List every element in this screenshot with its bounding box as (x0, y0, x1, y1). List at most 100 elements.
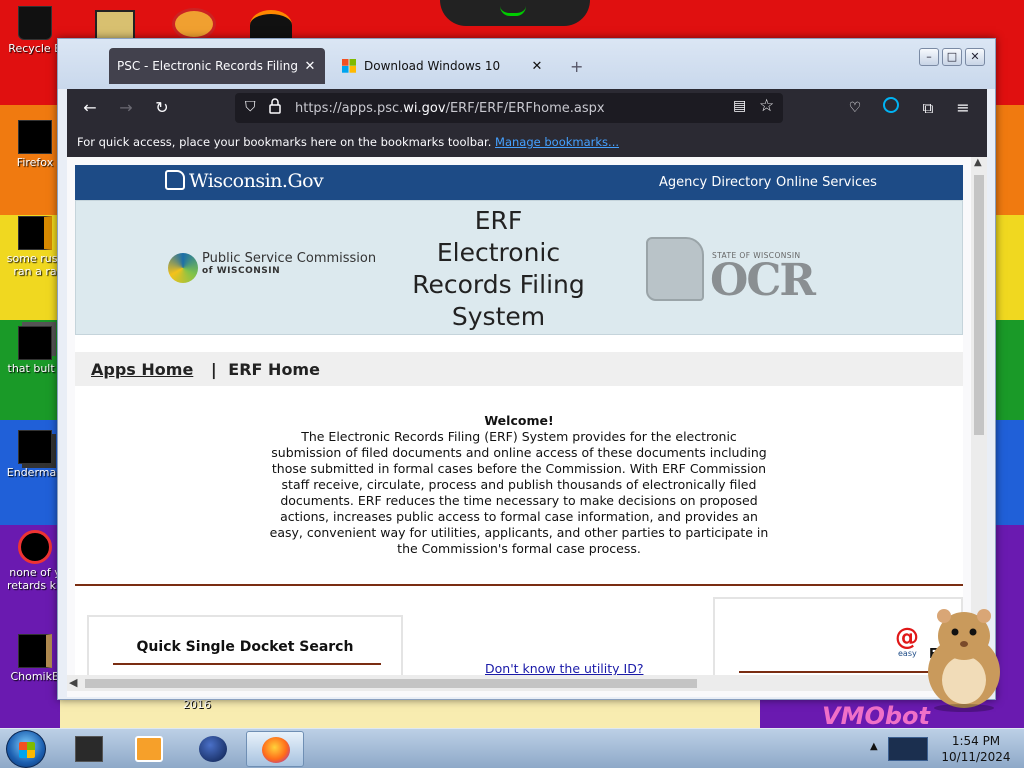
taskbar-app-media[interactable] (120, 731, 178, 767)
welcome-body: The Electronic Records Filing (ERF) Syst… (269, 429, 769, 556)
tab-title: Download Windows 10 (364, 59, 501, 73)
media-player-icon (135, 736, 163, 762)
close-window-button[interactable]: ✕ (965, 48, 985, 66)
close-icon[interactable]: ✕ (303, 59, 317, 74)
file-icon (18, 530, 52, 564)
url-host: wi.gov (403, 101, 446, 116)
agency-directory-link[interactable]: Agency Directory (659, 175, 771, 190)
scroll-left-icon[interactable]: ◀ (69, 676, 77, 689)
globe-icon (199, 736, 227, 762)
wisconsin-gov-header: Wisconsin.Gov Agency Directory Online Se… (75, 165, 963, 200)
minimize-button[interactable]: – (919, 48, 939, 66)
maximize-button[interactable]: □ (942, 48, 962, 66)
erf-banner: Public Service Commission of WISCONSIN E… (75, 200, 963, 335)
url-prefix: https://apps.psc. (295, 101, 404, 116)
enderman-icon (18, 430, 52, 464)
utility-id-link[interactable]: Don't know the utility ID? (485, 661, 643, 676)
clock[interactable]: 1:54 PM 10/11/2024 (941, 733, 1011, 765)
back-button[interactable]: ← (79, 97, 101, 119)
bookmarks-hint: For quick access, place your bookmarks h… (77, 135, 492, 149)
page-viewport: Wisconsin.Gov Agency Directory Online Se… (67, 157, 987, 697)
erf-title-line-2: Electronic (436, 238, 561, 267)
bookmark-star-icon[interactable]: ☆ (759, 96, 774, 116)
welcome-title: Welcome! (484, 413, 554, 428)
lock-icon[interactable] (269, 98, 281, 114)
extensions-icon[interactable]: ⧉ (917, 97, 939, 119)
hamster-overlay (928, 609, 1000, 712)
horizontal-scrollbar[interactable]: ◀ (67, 675, 971, 691)
hamster-icon (18, 634, 52, 668)
horizontal-scroll-thumb[interactable] (85, 679, 697, 688)
ocr-text: OCR (710, 255, 816, 306)
tab-psc-erf[interactable]: PSC - Electronic Records Filing (ERF) ✕ (109, 48, 325, 84)
system-tray: ▲ 1:54 PM 10/11/2024 (866, 729, 1024, 768)
wisconsin-map-icon (165, 170, 185, 190)
wallpaper-text-vmobot: VMObot (822, 702, 930, 730)
navigation-toolbar: ← → ↻ ⛉ https://apps.psc.wi.gov/ERF/ERF/… (67, 89, 987, 127)
url-path: /ERF/ERF/ERFhome.aspx (445, 101, 605, 116)
breadcrumb: Apps Home | ERF Home (75, 352, 963, 386)
psc-logo-icon (168, 253, 198, 283)
tab-download-windows-10[interactable]: Download Windows 10 ✕ (334, 48, 552, 84)
wisconsin-gov-logo-text: Wisconsin.Gov (189, 170, 324, 192)
windows-orb-icon (19, 742, 35, 758)
section-divider (75, 584, 963, 586)
menu-icon[interactable]: ≡ (952, 97, 974, 119)
easy-logo-word: easy (898, 649, 917, 658)
erf-title-line-4: System (451, 302, 546, 331)
taskbar-app-explorer[interactable] (60, 731, 118, 767)
file-icon (18, 216, 52, 250)
desktop-icon-top-2[interactable] (172, 8, 216, 40)
forward-button[interactable]: → (115, 97, 137, 119)
shield-icon[interactable]: ⛉ (245, 99, 256, 115)
erf-page: Wisconsin.Gov Agency Directory Online Se… (75, 165, 965, 677)
erf-title-line-1: ERF (474, 206, 523, 235)
apps-home-link[interactable]: Apps Home (91, 360, 193, 379)
erf-title-line-3: Records Filing (412, 270, 585, 299)
manage-bookmarks-link[interactable]: Manage bookmarks... (495, 135, 619, 149)
tab-strip: PSC - Electronic Records Filing (ERF) ✕ … (58, 39, 995, 89)
clock-date: 10/11/2024 (941, 750, 1011, 764)
bookmarks-toolbar: For quick access, place your bookmarks h… (67, 127, 987, 157)
tab-title: PSC - Electronic Records Filing (ERF) (117, 59, 297, 73)
stacked-windows-icon (18, 326, 52, 360)
reader-view-icon[interactable]: ▤ (733, 98, 746, 114)
close-icon[interactable]: ✕ (530, 59, 544, 74)
clock-time: 1:54 PM (951, 734, 1001, 748)
ocr-logo: STATE OF WISCONSIN OCR (646, 237, 846, 307)
pocket-icon[interactable]: ♡ (844, 97, 866, 119)
easy-logo-at: @ (895, 623, 919, 651)
reload-button[interactable]: ↻ (151, 97, 173, 119)
url-bar[interactable]: ⛉ https://apps.psc.wi.gov/ERF/ERF/ERFhom… (235, 93, 783, 123)
url-text[interactable]: https://apps.psc.wi.gov/ERF/ERF/ERFhome.… (295, 101, 605, 116)
explorer-icon (75, 736, 103, 762)
new-tab-button[interactable]: + (570, 57, 583, 76)
quick-search-underline (113, 663, 381, 665)
firefox-icon (18, 120, 52, 154)
taskbar-app-firefox[interactable] (246, 731, 304, 767)
network-icon[interactable] (888, 737, 928, 761)
taskbar-app-globe[interactable] (184, 731, 242, 767)
erf-home-label: ERF Home (228, 360, 320, 379)
firefox-icon (262, 737, 290, 763)
quick-search-title: Quick Single Docket Search (136, 639, 354, 655)
online-services-link[interactable]: Online Services (776, 175, 877, 190)
account-icon[interactable] (880, 97, 902, 119)
desktop-icon-top-1[interactable] (95, 10, 135, 40)
psc-logo: Public Service Commission of WISCONSIN (202, 251, 376, 276)
breadcrumb-separator: | (210, 360, 217, 379)
recycle-bin-icon (18, 6, 52, 40)
welcome-section: Welcome! The Electronic Records Filing (… (265, 413, 773, 557)
desktop-icon-top-3[interactable] (250, 10, 292, 40)
vertical-scroll-thumb[interactable] (974, 175, 984, 435)
show-hidden-icons[interactable]: ▲ (870, 741, 878, 752)
psc-of-wisconsin: of WISCONSIN (202, 266, 281, 276)
taskbar: ▲ 1:54 PM 10/11/2024 (0, 728, 1024, 768)
scroll-up-icon[interactable]: ▲ (974, 157, 982, 168)
wisconsin-gov-logo[interactable]: Wisconsin.Gov (165, 170, 324, 192)
windows-logo-icon (342, 59, 356, 73)
erf-title: ERF Electronic Records Filing System (396, 205, 601, 333)
browser-window: PSC - Electronic Records Filing (ERF) ✕ … (57, 38, 996, 700)
quick-docket-search-box: Quick Single Docket Search (87, 615, 403, 677)
start-button[interactable] (6, 730, 46, 768)
